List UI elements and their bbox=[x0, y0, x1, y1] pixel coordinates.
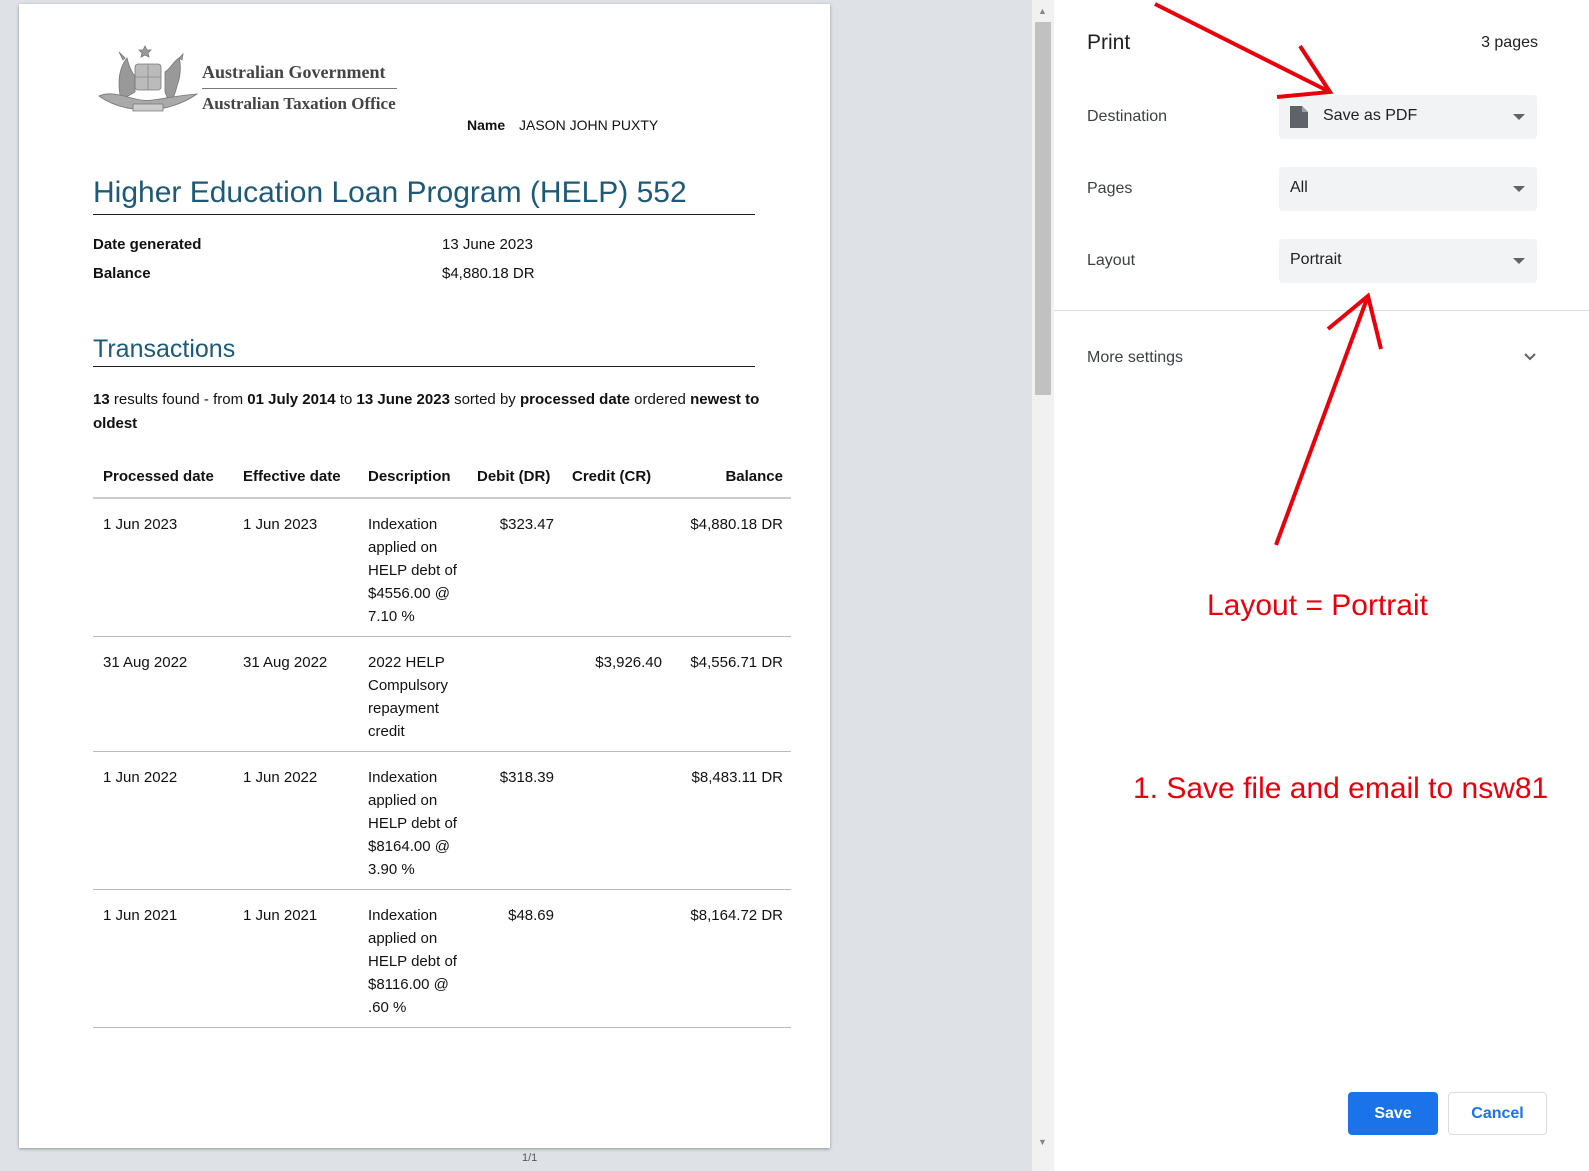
layout-select[interactable]: Portrait bbox=[1279, 239, 1537, 283]
table-row: 1 Jun 2022 1 Jun 2022 Indexation applied… bbox=[93, 751, 791, 890]
pages-label: Pages bbox=[1087, 180, 1133, 197]
results-sort-field: processed date bbox=[519, 391, 631, 408]
cell-effective-date: 1 Jun 2022 bbox=[233, 751, 358, 890]
layout-label: Layout bbox=[1087, 252, 1136, 269]
destination-select[interactable]: Save as PDF bbox=[1279, 95, 1537, 139]
name-label: Name bbox=[467, 117, 506, 133]
scroll-up-arrow-icon[interactable]: ▲ bbox=[1038, 6, 1047, 16]
document-title: Higher Education Loan Program (HELP) 552 bbox=[93, 176, 687, 209]
cell-debit: $48.69 bbox=[467, 889, 562, 1028]
column-header-balance: Balance bbox=[670, 462, 791, 499]
pages-select[interactable]: All bbox=[1279, 167, 1537, 211]
gov-name: Australian Government bbox=[202, 62, 386, 82]
cancel-button[interactable]: Cancel bbox=[1448, 1092, 1547, 1135]
cell-processed-date: 1 Jun 2021 bbox=[93, 889, 233, 1028]
date-generated-label: Date generated bbox=[93, 236, 202, 253]
table-header-row: Processed date Effective date Descriptio… bbox=[93, 462, 791, 499]
chevron-down-icon[interactable] bbox=[1523, 350, 1537, 364]
save-button[interactable]: Save bbox=[1348, 1092, 1438, 1135]
preview-page: Australian Government Australian Taxatio… bbox=[19, 4, 830, 1148]
cell-credit bbox=[562, 498, 670, 637]
cell-effective-date: 1 Jun 2023 bbox=[233, 498, 358, 637]
results-count: 13 bbox=[93, 391, 110, 408]
date-generated-value: 13 June 2023 bbox=[442, 236, 533, 253]
results-text: sorted by bbox=[449, 391, 520, 408]
destination-label: Destination bbox=[1087, 108, 1168, 125]
cell-debit bbox=[467, 636, 562, 752]
table-row: 1 Jun 2023 1 Jun 2023 Indexation applied… bbox=[93, 498, 791, 637]
cell-balance: $4,556.71 DR bbox=[670, 636, 791, 752]
column-header-debit: Debit (DR) bbox=[467, 462, 562, 499]
cell-processed-date: 1 Jun 2022 bbox=[93, 751, 233, 890]
dropdown-arrow-icon bbox=[1513, 186, 1525, 192]
cell-credit: $3,926.40 bbox=[562, 636, 670, 752]
cell-debit: $323.47 bbox=[467, 498, 562, 637]
layout-value: Portrait bbox=[1290, 251, 1342, 268]
column-header-description: Description bbox=[358, 462, 467, 499]
column-header-credit: Credit (CR) bbox=[562, 462, 670, 499]
pdf-file-icon bbox=[1290, 106, 1308, 128]
balance-label: Balance bbox=[93, 265, 151, 282]
cell-description: 2022 HELP Compulsory repayment credit bbox=[358, 636, 467, 752]
page-number-label: 1/1 bbox=[522, 1152, 538, 1164]
cell-processed-date: 31 Aug 2022 bbox=[93, 636, 233, 752]
results-summary: 13 results found - from 01 July 2014 to … bbox=[93, 388, 773, 436]
balance-value: $4,880.18 DR bbox=[442, 265, 535, 282]
gov-divider bbox=[202, 88, 397, 89]
cell-description: Indexation applied on HELP debt of $4556… bbox=[358, 498, 467, 637]
cell-description: Indexation applied on HELP debt of $8116… bbox=[358, 889, 467, 1028]
name-value: JASON JOHN PUXTY bbox=[519, 117, 659, 133]
annotation-layout-note: Layout = Portrait bbox=[1207, 589, 1428, 622]
cell-credit bbox=[562, 889, 670, 1028]
cell-credit bbox=[562, 751, 670, 890]
transactions-divider bbox=[93, 366, 755, 367]
dialog-title: Print bbox=[1087, 31, 1131, 54]
results-to-date: 13 June 2023 bbox=[356, 391, 450, 408]
results-text: ordered bbox=[630, 391, 691, 408]
annotation-save-note: 1. Save file and email to nsw81 bbox=[1133, 772, 1549, 805]
cell-balance: $8,164.72 DR bbox=[670, 889, 791, 1028]
coat-of-arms-logo bbox=[98, 45, 199, 112]
table-row: 31 Aug 2022 31 Aug 2022 2022 HELP Compul… bbox=[93, 636, 791, 752]
cell-description: Indexation applied on HELP debt of $8164… bbox=[358, 751, 467, 890]
page-count: 3 pages bbox=[1481, 34, 1538, 51]
results-from-date: 01 July 2014 bbox=[247, 391, 336, 408]
settings-divider bbox=[1054, 310, 1589, 311]
column-header-processed-date: Processed date bbox=[93, 462, 233, 499]
more-settings-toggle[interactable]: More settings bbox=[1087, 349, 1183, 367]
destination-value: Save as PDF bbox=[1323, 107, 1418, 124]
results-text: results found - from bbox=[109, 391, 248, 408]
scrollbar-thumb[interactable] bbox=[1035, 22, 1051, 395]
preview-scrollbar[interactable]: ▲ ▼ bbox=[1032, 0, 1054, 1171]
print-settings-panel: Print 3 pages Destination Save as PDF Pa… bbox=[1054, 0, 1589, 1171]
cell-effective-date: 31 Aug 2022 bbox=[233, 636, 358, 752]
ato-name: Australian Taxation Office bbox=[202, 94, 396, 113]
cell-effective-date: 1 Jun 2021 bbox=[233, 889, 358, 1028]
scroll-down-arrow-icon[interactable]: ▼ bbox=[1038, 1137, 1047, 1147]
transactions-heading: Transactions bbox=[93, 335, 236, 363]
cell-balance: $4,880.18 DR bbox=[670, 498, 791, 637]
print-preview-window: Australian Government Australian Taxatio… bbox=[0, 0, 1589, 1171]
cell-debit: $318.39 bbox=[467, 751, 562, 890]
preview-area: Australian Government Australian Taxatio… bbox=[0, 0, 1032, 1171]
cell-balance: $8,483.11 DR bbox=[670, 751, 791, 890]
title-divider bbox=[93, 214, 755, 215]
table-row: 1 Jun 2021 1 Jun 2021 Indexation applied… bbox=[93, 889, 791, 1028]
transactions-table: Processed date Effective date Descriptio… bbox=[93, 462, 791, 1028]
column-header-effective-date: Effective date bbox=[233, 462, 358, 499]
cell-processed-date: 1 Jun 2023 bbox=[93, 498, 233, 637]
results-text: to bbox=[335, 391, 357, 408]
dropdown-arrow-icon bbox=[1513, 258, 1525, 264]
dropdown-arrow-icon bbox=[1513, 114, 1525, 120]
pages-value: All bbox=[1290, 179, 1308, 196]
